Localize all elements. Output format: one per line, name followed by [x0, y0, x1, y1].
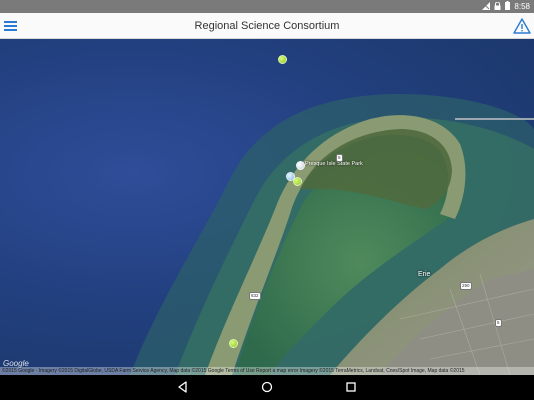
road-shield: 290 — [460, 282, 472, 290]
marker-beach-white[interactable] — [296, 161, 305, 170]
map-attribution[interactable]: ©2015 Google · Imagery ©2015 DigitalGlob… — [0, 367, 534, 375]
road-shield: 832 — [249, 292, 261, 300]
nav-bar — [0, 375, 534, 400]
recents-icon[interactable] — [344, 380, 358, 394]
lock-icon — [494, 1, 501, 12]
marker-south-green[interactable] — [229, 339, 238, 348]
map-terrain — [130, 94, 534, 375]
marker-offshore[interactable] — [278, 55, 287, 64]
home-icon[interactable] — [260, 380, 274, 394]
satellite-map[interactable]: Presque Isle State Park Erie 832 5 290 5… — [0, 39, 534, 375]
back-icon[interactable] — [176, 380, 190, 394]
app-bar: Regional Science Consortium — [0, 13, 534, 39]
park-label: Presque Isle State Park — [305, 161, 363, 167]
status-time: 8:58 — [514, 2, 530, 11]
status-icons: 8:58 — [482, 1, 530, 12]
status-bar: 8:58 — [0, 0, 534, 13]
battery-icon — [505, 1, 511, 12]
city-label: Erie — [418, 271, 431, 278]
road-shield: 5 — [495, 319, 502, 327]
no-sim-icon — [482, 1, 491, 12]
road-shield: 5 — [336, 154, 343, 162]
app-title: Regional Science Consortium — [194, 20, 340, 32]
marker-beach-green[interactable] — [293, 177, 302, 186]
warning-triangle-icon[interactable] — [513, 17, 531, 35]
